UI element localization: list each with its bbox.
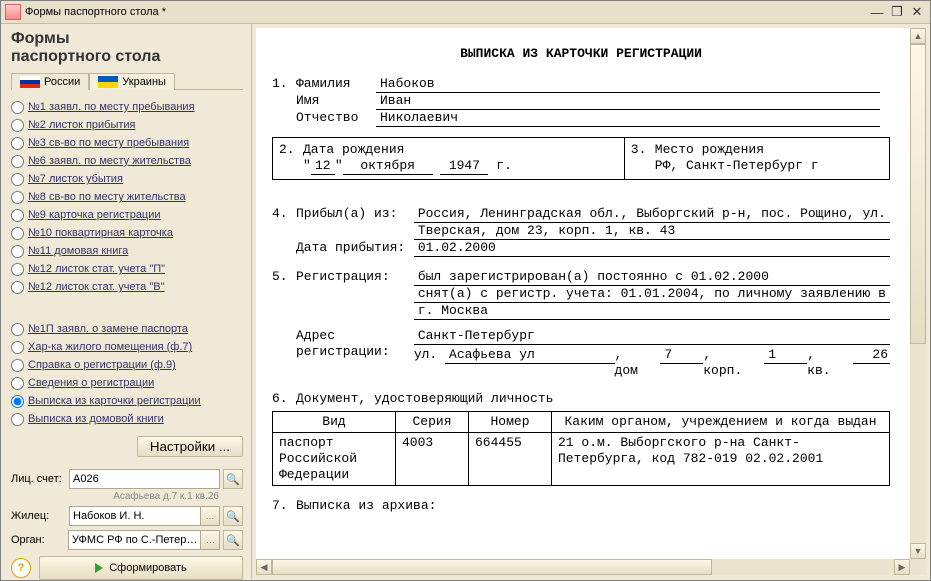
scroll-thumb[interactable] (910, 44, 926, 344)
form-option[interactable]: Хар-ка жилого помещения (ф.7) (11, 338, 243, 356)
form-option[interactable]: №7 листок убытия (11, 170, 243, 188)
forms-group-1: №1 заявл. по месту пребывания№2 листок п… (11, 98, 243, 296)
scroll-down-button[interactable]: ▼ (910, 543, 926, 559)
form-option[interactable]: Выписка из домовой книги (11, 410, 243, 428)
help-button[interactable]: ? (11, 558, 31, 578)
account-hint: Асафьева д.7 к.1 кв.26 (11, 491, 219, 502)
form-radio[interactable] (11, 119, 24, 132)
doc-title: ВЫПИСКА ИЗ КАРТОЧКИ РЕГИСТРАЦИИ (272, 46, 890, 62)
org-input[interactable]: УФМС РФ по С.-Петер…… (68, 530, 220, 550)
form-radio[interactable] (11, 359, 24, 372)
tab-ukraine[interactable]: Украины (89, 73, 175, 90)
form-option[interactable]: №3 св-во по месту пребывания (11, 134, 243, 152)
form-option[interactable]: №2 листок прибытия (11, 116, 243, 134)
form-option[interactable]: Сведения о регистрации (11, 374, 243, 392)
title-bar: Формы паспортного стола * — ❐ ✕ (1, 1, 930, 24)
close-button[interactable]: ✕ (908, 4, 926, 20)
org-dropdown-button[interactable]: … (200, 531, 219, 549)
form-radio[interactable] (11, 281, 24, 294)
form-option[interactable]: №1 заявл. по месту пребывания (11, 98, 243, 116)
document-preview: ВЫПИСКА ИЗ КАРТОЧКИ РЕГИСТРАЦИИ 1.Фамили… (256, 28, 910, 559)
form-option[interactable]: №12 листок стат. учета "В" (11, 278, 243, 296)
form-radio[interactable] (11, 209, 24, 222)
form-option[interactable]: Выписка из карточки регистрации (11, 392, 243, 410)
scroll-corner (910, 559, 926, 575)
scroll-left-button[interactable]: ◀ (256, 559, 272, 575)
scroll-thumb-h[interactable] (272, 559, 712, 575)
flag-ua-icon (98, 76, 118, 88)
form-radio[interactable] (11, 245, 24, 258)
form-option[interactable]: №9 карточка регистрации (11, 206, 243, 224)
form-radio[interactable] (11, 227, 24, 240)
country-tabs: России Украины (11, 72, 243, 90)
org-label: Орган: (11, 534, 68, 546)
form-radio[interactable] (11, 191, 24, 204)
form-radio[interactable] (11, 413, 24, 426)
panel-heading: Формы паспортного стола (11, 30, 243, 66)
form-radio[interactable] (11, 155, 24, 168)
resident-input[interactable]: Набоков И. Н.… (69, 506, 220, 526)
form-radio[interactable] (11, 341, 24, 354)
form-option[interactable]: №12 листок стат. учета "П" (11, 260, 243, 278)
forms-group-2: №1П заявл. о замене паспортаХар-ка жилог… (11, 320, 243, 428)
form-radio[interactable] (11, 395, 24, 408)
settings-button[interactable]: Настройки ... (137, 436, 243, 457)
form-option[interactable]: №6 заявл. по месту жительства (11, 152, 243, 170)
maximize-button[interactable]: ❐ (888, 4, 906, 20)
form-option[interactable]: №8 св-во по месту жительства (11, 188, 243, 206)
form-radio[interactable] (11, 263, 24, 276)
scroll-up-button[interactable]: ▲ (910, 28, 926, 44)
org-search-button[interactable]: 🔍 (223, 530, 243, 550)
form-radio[interactable] (11, 377, 24, 390)
form-radio[interactable] (11, 101, 24, 114)
horizontal-scrollbar[interactable]: ◀ ▶ (256, 559, 910, 575)
tab-russia[interactable]: России (11, 73, 89, 90)
play-icon (95, 563, 103, 573)
resident-dropdown-button[interactable]: … (200, 507, 219, 525)
form-option[interactable]: №10 поквартирная карточка (11, 224, 243, 242)
minimize-button[interactable]: — (868, 4, 886, 20)
form-radio[interactable] (11, 323, 24, 336)
form-option[interactable]: №1П заявл. о замене паспорта (11, 320, 243, 338)
account-label: Лиц. счет: (11, 473, 69, 485)
account-search-button[interactable]: 🔍 (223, 469, 243, 489)
resident-label: Жилец: (11, 510, 69, 522)
window-title: Формы паспортного стола * (25, 6, 868, 18)
form-radio[interactable] (11, 137, 24, 150)
scroll-right-button[interactable]: ▶ (894, 559, 910, 575)
form-option[interactable]: Справка о регистрации (ф.9) (11, 356, 243, 374)
form-radio[interactable] (11, 173, 24, 186)
account-input[interactable]: А026 (69, 469, 220, 489)
form-option[interactable]: №11 домовая книга (11, 242, 243, 260)
flag-ru-icon (20, 76, 40, 88)
vertical-scrollbar[interactable]: ▲ ▼ (910, 28, 926, 559)
resident-search-button[interactable]: 🔍 (223, 506, 243, 526)
generate-button[interactable]: Сформировать (39, 556, 243, 580)
table-row: паспорт Российской Федерации400366445521… (273, 433, 890, 486)
document-id-table: ВидСерияНомерКаким органом, учреждением … (272, 411, 890, 486)
app-icon (5, 4, 21, 20)
